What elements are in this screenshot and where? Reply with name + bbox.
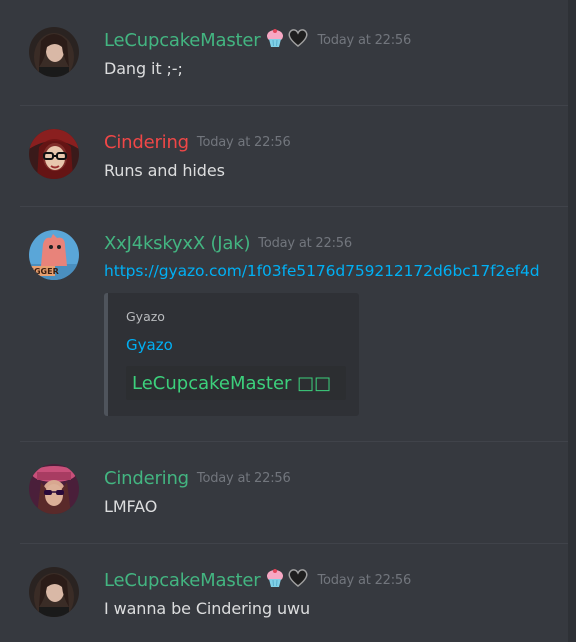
timestamp: Today at 22:56 — [317, 572, 412, 588]
avatar[interactable] — [29, 129, 79, 179]
message-text: Dang it ;-; — [104, 59, 183, 78]
message-divider — [20, 441, 568, 442]
message-divider — [20, 543, 568, 544]
embed-title-link[interactable]: Gyazo — [126, 336, 173, 354]
cupcake-icon — [265, 28, 285, 52]
timestamp: Today at 22:56 — [196, 134, 291, 150]
timestamp: Today at 22:56 — [258, 235, 352, 251]
username[interactable]: Cindering — [104, 132, 189, 153]
scrollbar[interactable] — [568, 0, 576, 642]
badges — [265, 568, 309, 592]
avatar[interactable] — [29, 464, 79, 514]
message-header: XxJ4kskyxX (Jak) Today at 22:56 — [104, 231, 352, 255]
message-header: LeCupcakeMaster Today at 22:56 — [104, 568, 411, 592]
message-header: Cindering Today at 22:56 — [104, 130, 291, 154]
timestamp: Today at 22:56 — [196, 470, 291, 486]
message-text: Runs and hides — [104, 161, 225, 180]
black-heart-icon — [287, 28, 309, 52]
message-divider — [20, 105, 568, 106]
username[interactable]: Cindering — [104, 468, 189, 489]
avatar[interactable]: IGGER — [29, 230, 79, 280]
username[interactable]: LeCupcakeMaster — [104, 30, 261, 51]
link-embed: Gyazo Gyazo LeCupcakeMaster □□ — [104, 293, 359, 416]
cupcake-icon — [265, 568, 285, 592]
embed-image-text: LeCupcakeMaster □□ — [132, 372, 332, 394]
avatar[interactable] — [29, 567, 79, 617]
message-header: LeCupcakeMaster Today at 22:56 — [104, 28, 411, 52]
username[interactable]: LeCupcakeMaster — [104, 570, 261, 591]
avatar[interactable] — [29, 27, 79, 77]
message-divider — [20, 206, 568, 207]
embed-provider: Gyazo — [126, 309, 165, 324]
username[interactable]: XxJ4kskyxX (Jak) — [104, 233, 250, 254]
black-heart-icon — [287, 568, 309, 592]
timestamp: Today at 22:56 — [317, 32, 412, 48]
badges — [265, 28, 309, 52]
chat-messages: LeCupcakeMaster Today at 22:56 Dang it ;… — [0, 0, 576, 642]
embed-image[interactable]: LeCupcakeMaster □□ — [126, 366, 346, 400]
svg-text:IGGER: IGGER — [31, 267, 59, 276]
message-text: LMFAO — [104, 497, 158, 516]
message-text: I wanna be Cindering uwu — [104, 599, 311, 618]
message-header: Cindering Today at 22:56 — [104, 466, 291, 490]
message-link[interactable]: https://gyazo.com/1f03fe5176d759212172d6… — [104, 262, 540, 280]
